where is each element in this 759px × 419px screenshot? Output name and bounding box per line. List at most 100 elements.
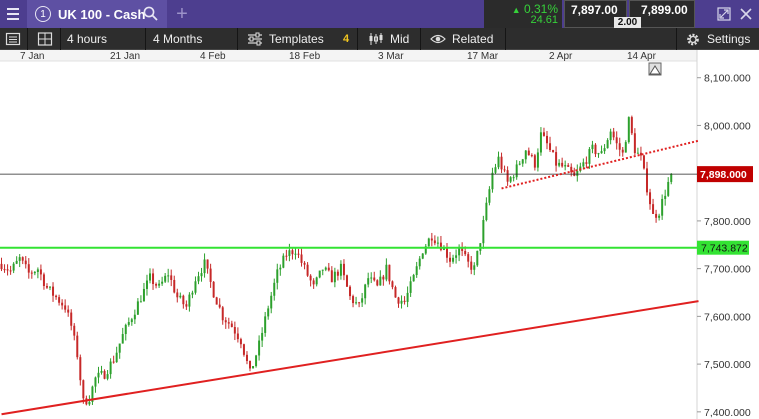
scroll-marker-icon[interactable] bbox=[648, 62, 662, 76]
candle-body bbox=[385, 264, 388, 280]
instrument-name: UK 100 - Cash bbox=[58, 6, 146, 22]
candlestick-chart[interactable]: 7 Jan 21 Jan 4 Feb 18 Feb 3 Mar 17 Mar 2 Apr 14… bbox=[0, 50, 759, 419]
candle-body bbox=[433, 240, 436, 244]
search-icon[interactable] bbox=[143, 6, 158, 21]
price-tick-label: 7,800.000 bbox=[704, 216, 751, 228]
layout-button[interactable] bbox=[37, 28, 53, 50]
candle-body bbox=[667, 181, 670, 196]
price-tick-label: 8,100.000 bbox=[704, 73, 751, 85]
range-dropdown[interactable]: 4 Months bbox=[153, 28, 202, 50]
date-tick-label: 21 Jan bbox=[110, 51, 140, 62]
candle-body bbox=[136, 301, 139, 315]
candle-body bbox=[45, 286, 48, 288]
candle-body bbox=[633, 133, 636, 154]
candle-body bbox=[18, 257, 21, 261]
candle-body bbox=[24, 260, 27, 265]
candle-body bbox=[206, 259, 209, 269]
candle-body bbox=[312, 280, 315, 285]
candle-body bbox=[591, 144, 594, 150]
related-label: Related bbox=[452, 32, 494, 46]
candle-body bbox=[70, 312, 73, 326]
price-type-dropdown[interactable]: Mid bbox=[368, 28, 409, 50]
candle-body bbox=[249, 360, 252, 369]
candle-body bbox=[473, 265, 476, 270]
candle-body bbox=[109, 361, 112, 375]
candle-body bbox=[15, 260, 18, 264]
candle-body bbox=[21, 257, 24, 261]
toolbar-menu-button[interactable] bbox=[5, 28, 21, 50]
candle-body bbox=[594, 144, 597, 155]
candle-body bbox=[652, 204, 655, 214]
candle-body bbox=[191, 292, 194, 295]
candle-body bbox=[221, 307, 224, 321]
settings-button[interactable]: Settings bbox=[685, 28, 750, 50]
tab-number-badge: 1 bbox=[35, 6, 51, 22]
date-tick-label: 14 Apr bbox=[627, 51, 657, 62]
candle-body bbox=[506, 170, 509, 182]
candle-body bbox=[212, 281, 215, 298]
candle-body bbox=[618, 143, 621, 150]
sell-price: 7,897.00 bbox=[571, 3, 618, 17]
candle-body bbox=[421, 253, 424, 259]
candle-body bbox=[358, 302, 361, 304]
candle-body bbox=[427, 238, 430, 247]
candle-body bbox=[273, 282, 276, 296]
candle-body bbox=[97, 372, 100, 378]
candle-body bbox=[112, 361, 115, 363]
eye-icon bbox=[430, 34, 446, 44]
candle-body bbox=[394, 287, 397, 298]
buy-price: 7,899.00 bbox=[641, 3, 688, 17]
candle-body bbox=[336, 271, 339, 276]
settings-label: Settings bbox=[707, 32, 751, 46]
candle-body bbox=[521, 159, 524, 164]
close-icon[interactable] bbox=[738, 6, 754, 22]
candle-body bbox=[270, 295, 273, 309]
candle-body bbox=[588, 149, 591, 164]
candle-body bbox=[403, 300, 406, 302]
candle-body bbox=[600, 151, 603, 154]
instrument-tab[interactable]: 1 UK 100 - Cash bbox=[27, 0, 167, 28]
candle-body bbox=[64, 305, 67, 310]
date-tick-label: 2 Apr bbox=[549, 51, 573, 62]
candle-body bbox=[406, 292, 409, 302]
related-button[interactable]: Related bbox=[430, 28, 493, 50]
candle-body bbox=[664, 195, 667, 199]
candle-body bbox=[127, 322, 130, 325]
candle-body bbox=[655, 213, 658, 218]
candle-body bbox=[61, 302, 64, 306]
date-tick-label: 18 Feb bbox=[289, 51, 321, 62]
date-tick-label: 4 Feb bbox=[200, 51, 226, 62]
candle-body bbox=[455, 255, 458, 258]
candle-body bbox=[494, 167, 497, 173]
candle-body bbox=[73, 325, 76, 336]
last-price-label: 7,898.000 bbox=[700, 169, 747, 181]
candle-body bbox=[476, 250, 479, 266]
templates-button[interactable]: Templates bbox=[247, 28, 324, 50]
candle-body bbox=[306, 264, 309, 276]
candle-body bbox=[145, 280, 148, 289]
candle-body bbox=[449, 257, 452, 262]
candle-body bbox=[409, 281, 412, 293]
add-tab-icon[interactable]: + bbox=[172, 2, 192, 26]
price-type-label: Mid bbox=[390, 32, 410, 46]
candle-body bbox=[309, 275, 312, 281]
hamburger-menu-icon[interactable] bbox=[0, 0, 26, 28]
candle-body bbox=[585, 162, 588, 164]
candle-body bbox=[121, 334, 124, 344]
interval-dropdown[interactable]: 4 hours bbox=[67, 28, 107, 50]
candle-body bbox=[388, 264, 391, 282]
candle-body bbox=[227, 322, 230, 324]
candle-body bbox=[470, 261, 473, 270]
grid-layout-icon bbox=[37, 32, 53, 46]
candle-body bbox=[133, 314, 136, 320]
price-chart[interactable]: 7 Jan 21 Jan 4 Feb 18 Feb 3 Mar 17 Mar 2 Apr 14… bbox=[0, 50, 759, 419]
candle-body bbox=[642, 155, 645, 169]
sliders-icon bbox=[248, 32, 262, 46]
candle-body bbox=[173, 279, 176, 293]
candle-body bbox=[561, 162, 564, 167]
candle-body bbox=[503, 169, 506, 171]
candle-body bbox=[582, 162, 585, 167]
candle-body bbox=[397, 297, 400, 304]
maximize-icon[interactable] bbox=[716, 6, 732, 22]
candle-body bbox=[164, 275, 167, 282]
